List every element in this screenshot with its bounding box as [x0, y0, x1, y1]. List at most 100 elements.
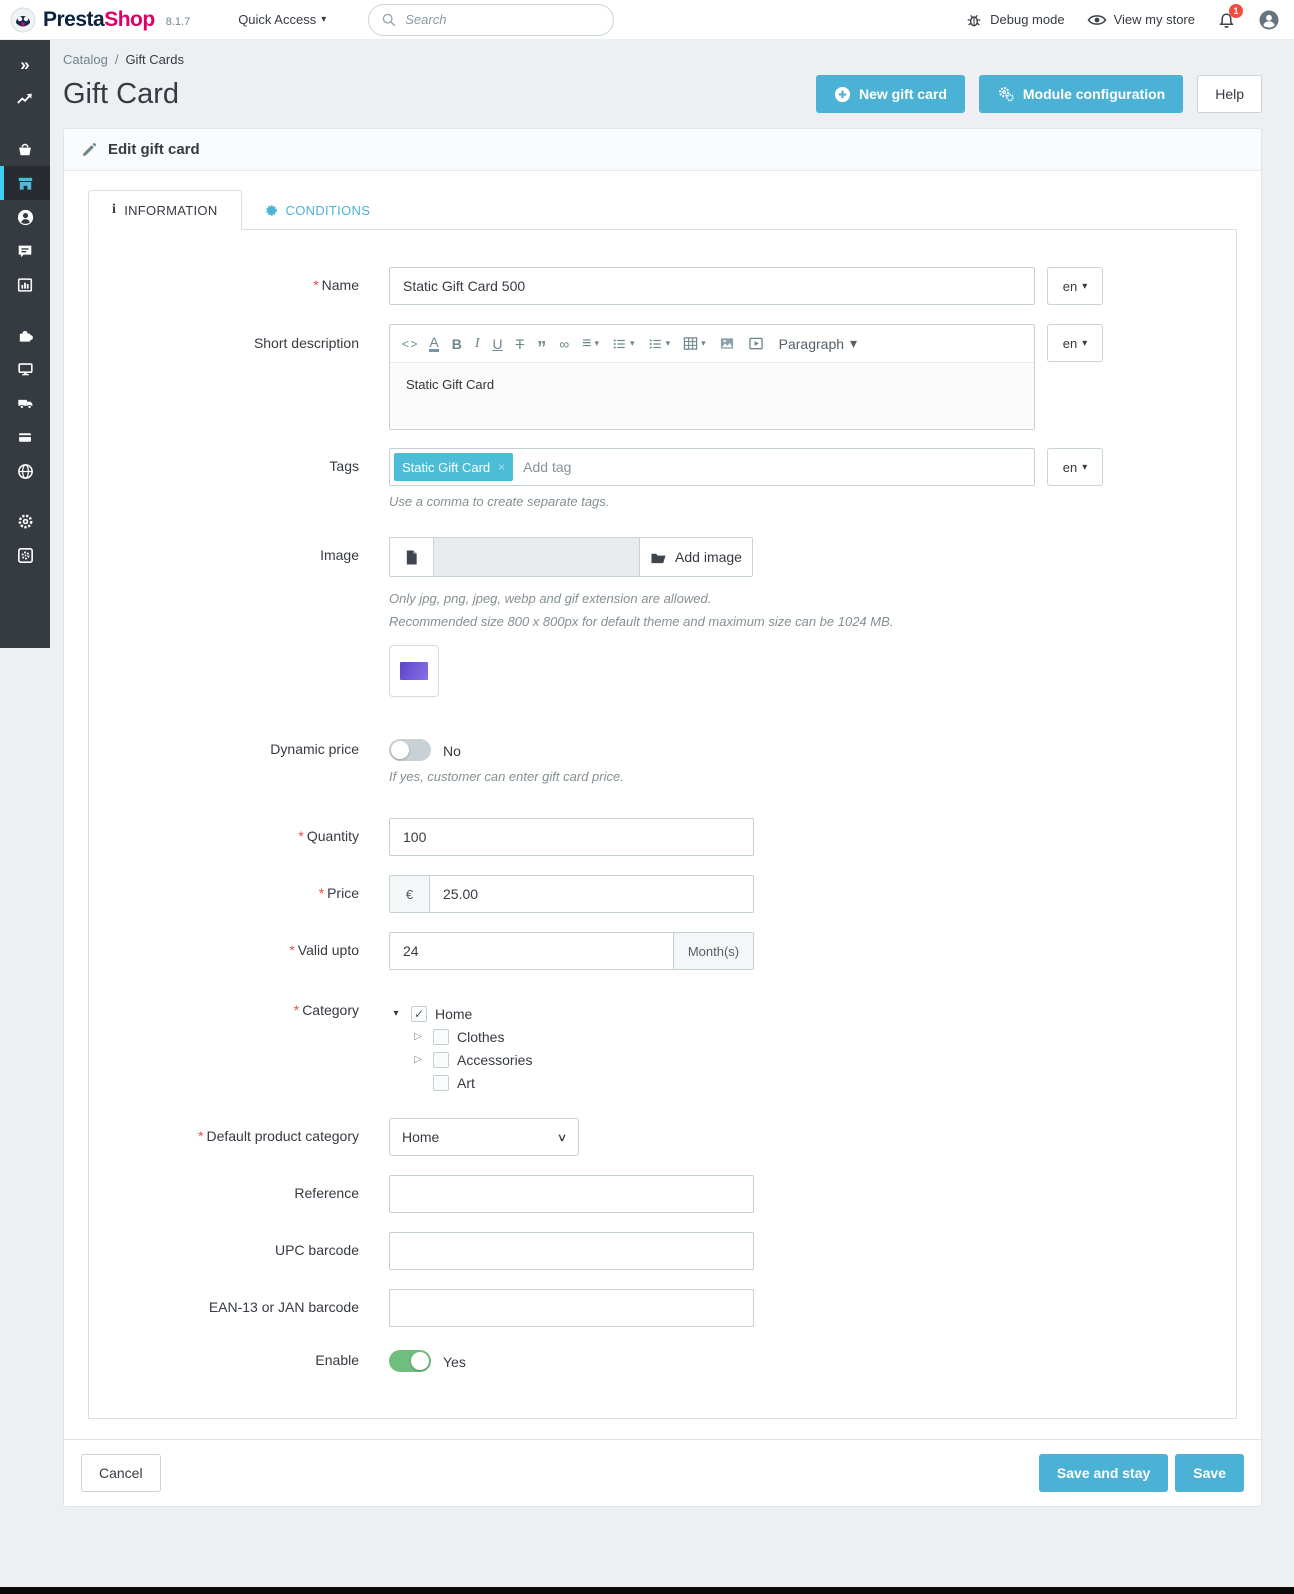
sidebar-item-modules[interactable]: [0, 318, 50, 352]
monitor-icon: [17, 363, 33, 376]
puzzle-icon: [19, 330, 33, 342]
caret-down-icon: ▾: [850, 335, 858, 351]
editor-content[interactable]: Static Gift Card: [390, 363, 1034, 429]
module-configuration-button[interactable]: Module configuration: [978, 75, 1184, 113]
image-upload-group: Add image: [389, 537, 753, 577]
description-language-dropdown[interactable]: en ▾: [1047, 324, 1103, 362]
table-icon: [683, 337, 698, 350]
numbered-list-button[interactable]: ▾: [642, 330, 677, 358]
gift-card-thumbnail[interactable]: [389, 645, 439, 697]
tree-expand-icon[interactable]: ▷: [411, 1054, 425, 1065]
italic-button[interactable]: I: [469, 330, 486, 358]
category-art-label[interactable]: Art: [457, 1075, 475, 1091]
save-and-stay-label: Save and stay: [1056, 1465, 1151, 1481]
upc-input[interactable]: [389, 1232, 754, 1270]
text-color-button[interactable]: A: [423, 330, 444, 358]
name-language-dropdown[interactable]: en ▾: [1047, 267, 1103, 305]
add-image-label: Add image: [675, 549, 742, 565]
name-input[interactable]: [389, 267, 1035, 305]
checkbox-clothes[interactable]: [433, 1028, 449, 1045]
save-button[interactable]: Save: [1175, 1454, 1244, 1492]
help-button[interactable]: Help: [1197, 75, 1262, 113]
sidebar-item-payment[interactable]: [0, 420, 50, 454]
quick-access-menu[interactable]: Quick Access ▾: [238, 12, 326, 27]
tab-conditions[interactable]: CONDITIONS: [242, 190, 394, 230]
globe-icon: [17, 463, 33, 479]
link-button[interactable]: ∞: [553, 330, 575, 358]
source-code-button[interactable]: < >: [396, 330, 422, 358]
global-search[interactable]: [368, 3, 615, 36]
ean-input[interactable]: [389, 1289, 754, 1327]
plus-circle-icon: [834, 86, 851, 102]
checkbox-art[interactable]: [433, 1074, 449, 1091]
align-button[interactable]: ≡ ▾: [576, 330, 605, 358]
sidebar-nav: »: [0, 40, 50, 648]
enable-label: Enable: [315, 1352, 359, 1368]
sidebar-item-shipping[interactable]: [0, 386, 50, 420]
checkbox-home[interactable]: ✓: [411, 1005, 427, 1022]
shopping-basket-icon: [19, 143, 31, 156]
bold-button[interactable]: B: [446, 330, 468, 358]
new-gift-card-button[interactable]: New gift card: [815, 75, 965, 113]
sidebar-item-stats[interactable]: [0, 268, 50, 302]
debug-mode-button[interactable]: Debug mode: [965, 11, 1065, 29]
tree-collapse-icon[interactable]: ▾: [389, 1008, 403, 1019]
image-help-1: Only jpg, png, jpeg, webp and gif extens…: [389, 591, 712, 606]
sidebar-item-orders[interactable]: [0, 132, 50, 166]
profile-button[interactable]: [1258, 9, 1280, 31]
bullet-list-button[interactable]: ▾: [606, 330, 641, 358]
dynamic-price-toggle[interactable]: [389, 739, 431, 761]
underline-button[interactable]: U: [487, 330, 509, 358]
notifications-button[interactable]: 1: [1217, 3, 1243, 30]
quantity-input[interactable]: [389, 818, 754, 856]
strikethrough-button[interactable]: T: [510, 330, 531, 358]
add-image-button[interactable]: Add image: [639, 538, 752, 576]
sidebar-item-customer-service[interactable]: [0, 234, 50, 268]
remove-tag-icon[interactable]: ×: [498, 460, 505, 474]
price-input[interactable]: [430, 876, 753, 912]
gears-icon: [998, 87, 1014, 102]
table-button[interactable]: ▾: [677, 330, 712, 358]
view-store-button[interactable]: View my store: [1087, 12, 1195, 28]
sidebar-item-catalog[interactable]: [0, 166, 50, 200]
avatar-icon: [1259, 10, 1279, 29]
tags-language-dropdown[interactable]: en ▾: [1047, 448, 1103, 486]
valid-upto-input[interactable]: [390, 933, 673, 969]
sidebar-collapse-toggle[interactable]: »: [0, 48, 50, 82]
customer-icon: [17, 209, 33, 225]
save-and-stay-button[interactable]: Save and stay: [1038, 1454, 1169, 1492]
short-description-label: Short description: [253, 335, 359, 351]
category-accessories-label[interactable]: Accessories: [457, 1052, 532, 1068]
category-clothes-label[interactable]: Clothes: [457, 1029, 504, 1045]
prestashop-logo[interactable]: PrestaShop 8.1.7: [10, 7, 190, 33]
tags-label: Tags: [329, 458, 359, 474]
sidebar-item-shop-parameters[interactable]: [0, 504, 50, 538]
search-input[interactable]: [405, 12, 566, 27]
tree-expand-icon[interactable]: ▷: [411, 1031, 425, 1042]
reference-input[interactable]: [389, 1175, 754, 1213]
enable-toggle[interactable]: [389, 1350, 431, 1372]
sidebar-item-design[interactable]: [0, 352, 50, 386]
sidebar-item-international[interactable]: [0, 454, 50, 488]
sidebar-item-advanced-parameters[interactable]: [0, 538, 50, 572]
insert-media-button[interactable]: [742, 330, 770, 358]
breadcrumb-gift-cards[interactable]: Gift Cards: [125, 52, 184, 67]
paragraph-style-dropdown[interactable]: Paragraph ▾: [771, 335, 865, 352]
insert-image-button[interactable]: [713, 330, 741, 358]
tags-input[interactable]: Static Gift Card × Add tag: [389, 448, 1035, 486]
sidebar-item-customers[interactable]: [0, 200, 50, 234]
blockquote-button[interactable]: ”: [531, 330, 552, 358]
tag-chip: Static Gift Card ×: [394, 453, 514, 481]
category-home-label[interactable]: Home: [435, 1006, 472, 1022]
file-browse-button[interactable]: [390, 538, 434, 576]
double-chevron-right-icon: »: [20, 55, 30, 74]
sidebar-item-dashboard[interactable]: [0, 82, 50, 116]
quantity-label: * Quantity: [298, 828, 359, 844]
breadcrumb-catalog[interactable]: Catalog: [63, 52, 108, 67]
caret-down-icon: ▾: [321, 14, 327, 25]
checkbox-accessories[interactable]: [433, 1051, 449, 1068]
default-category-select[interactable]: Home ∨: [389, 1118, 579, 1156]
price-label: * Price: [318, 885, 359, 901]
cancel-button[interactable]: Cancel: [81, 1454, 161, 1492]
tab-information[interactable]: i INFORMATION: [88, 190, 242, 230]
